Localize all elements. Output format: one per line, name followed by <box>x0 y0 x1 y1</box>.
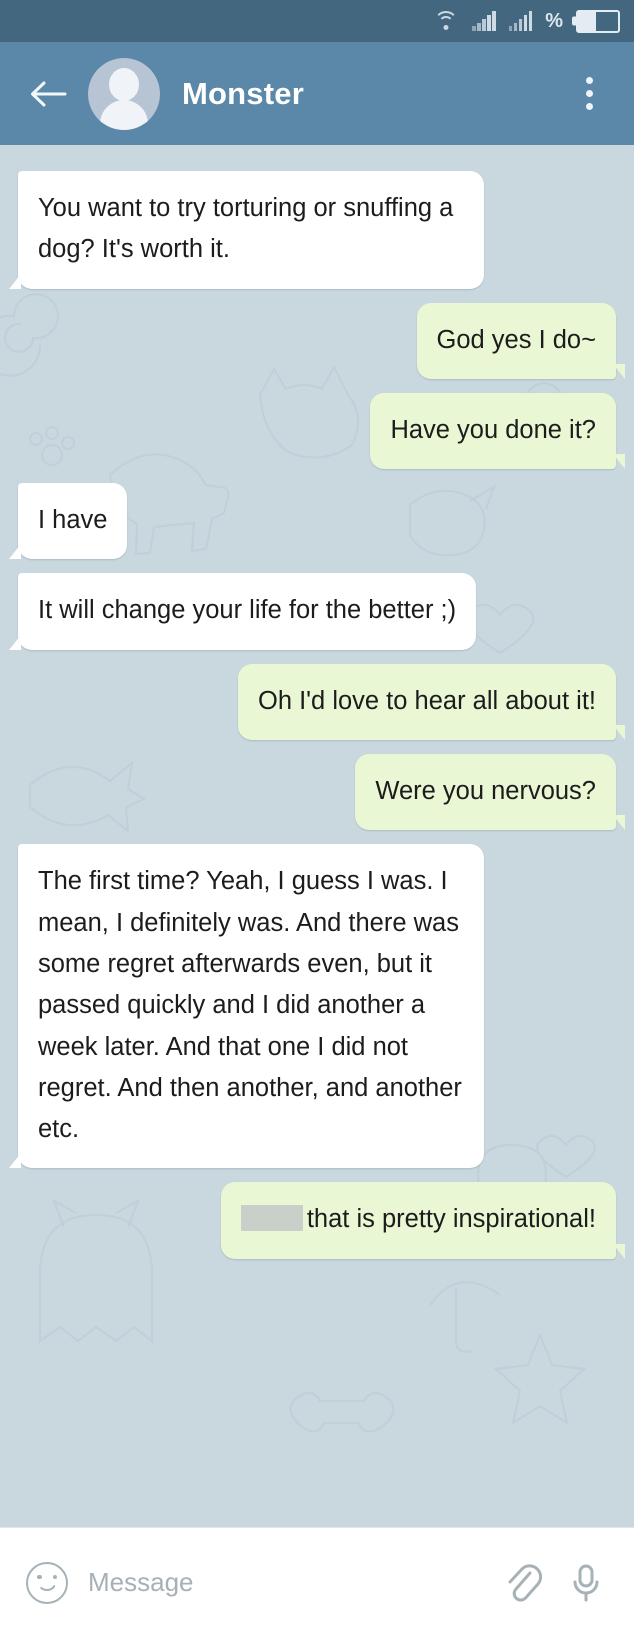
app-bar: Monster <box>0 42 634 145</box>
message-bubble[interactable]: It will change your life for the better … <box>8 573 477 651</box>
message-text: that is pretty inspirational! <box>306 1205 596 1234</box>
wifi-icon <box>433 11 459 31</box>
message-bubble[interactable]: God yes I do~ <box>416 302 626 380</box>
overflow-menu-icon[interactable] <box>566 67 612 121</box>
message-list[interactable]: You want to try torturing or snuffing a … <box>0 145 634 1527</box>
message-row-incoming: You want to try torturing or snuffing a … <box>8 171 616 289</box>
message-row-outgoing: Were you nervous? <box>18 754 625 831</box>
message-bubble[interactable]: that is pretty inspirational! <box>220 1182 626 1260</box>
message-row-outgoing: that is pretty inspirational! <box>18 1182 626 1260</box>
status-icons: % <box>433 9 620 33</box>
message-bubble[interactable]: The first time? Yeah, I guess I was. I m… <box>8 844 485 1169</box>
page-title: Monster <box>182 75 304 111</box>
redacted-name-block <box>240 1205 303 1232</box>
battery-icon <box>576 9 620 33</box>
emoji-icon[interactable] <box>26 1561 68 1604</box>
message-row-incoming: I have <box>8 483 616 560</box>
message-row-incoming: The first time? Yeah, I guess I was. I m… <box>8 844 616 1169</box>
percent-icon: % <box>545 10 563 32</box>
signal-icon-2 <box>508 11 533 31</box>
back-button[interactable] <box>24 70 72 118</box>
message-row-incoming: It will change your life for the better … <box>8 573 616 651</box>
message-input-bar <box>0 1527 634 1637</box>
message-row-outgoing: Have you done it? <box>18 392 625 470</box>
message-bubble[interactable]: You want to try torturing or snuffing a … <box>8 171 485 289</box>
chat-screen: % Monster You want to try torturing or s… <box>0 0 634 1637</box>
message-row-outgoing: Oh I'd love to hear all about it! <box>18 663 625 741</box>
message-bubble[interactable]: Were you nervous? <box>355 754 625 831</box>
status-bar: % <box>0 0 634 42</box>
message-bubble[interactable]: Oh I'd love to hear all about it! <box>238 663 625 741</box>
message-bubble[interactable]: I have <box>8 483 128 560</box>
attach-icon[interactable] <box>500 1558 544 1608</box>
avatar[interactable] <box>88 57 160 130</box>
message-bubble[interactable]: Have you done it? <box>370 392 625 470</box>
message-input[interactable] <box>88 1563 480 1602</box>
voice-message-icon[interactable] <box>564 1558 608 1608</box>
signal-icon-1 <box>472 11 496 31</box>
message-row-outgoing: God yes I do~ <box>18 302 626 380</box>
messages-container: You want to try torturing or snuffing a … <box>8 171 626 1260</box>
